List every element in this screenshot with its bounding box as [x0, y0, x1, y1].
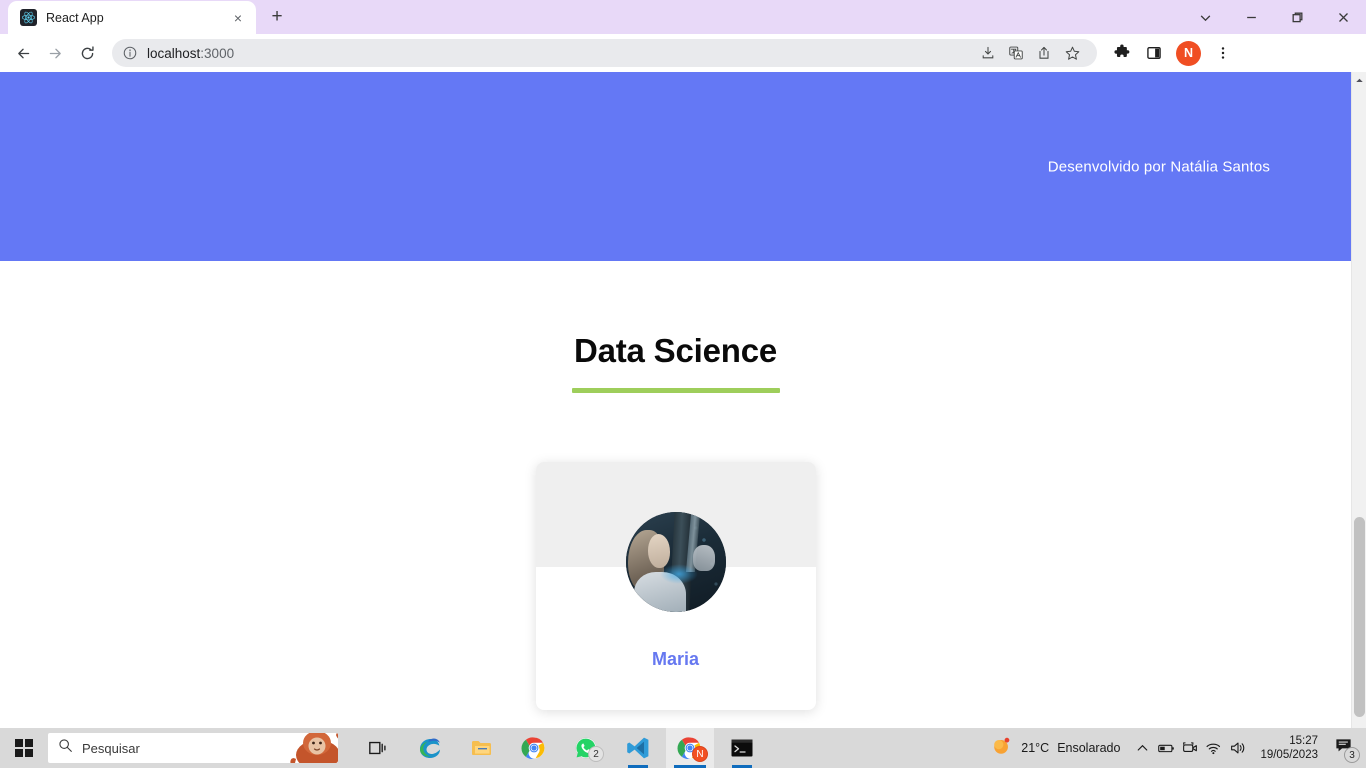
weather-condition: Ensolarado: [1057, 741, 1121, 755]
side-panel-icon[interactable]: [1139, 38, 1169, 68]
address-bar[interactable]: localhost:3000: [112, 39, 1097, 67]
windows-taskbar: Pesquisar 2 N 21°C Ensolarado 15:27 19/0…: [0, 728, 1366, 768]
wifi-icon[interactable]: [1202, 731, 1226, 765]
maximize-icon[interactable]: [1274, 0, 1320, 34]
address-host: localhost: [147, 45, 201, 61]
address-bar-actions: [975, 40, 1085, 66]
battery-icon[interactable]: [1154, 731, 1178, 765]
toolbar-right: N: [1107, 38, 1238, 68]
close-icon[interactable]: [1320, 0, 1366, 34]
clock-time: 15:27: [1289, 734, 1318, 747]
weather-temperature: 21°C: [1021, 741, 1050, 755]
search-icon: [58, 738, 73, 758]
notification-center-button[interactable]: 3: [1326, 731, 1360, 765]
minimize-icon[interactable]: [1228, 0, 1274, 34]
camera-icon[interactable]: [1178, 731, 1202, 765]
developer-credit: Desenvolvido por Natália Santos: [1047, 158, 1270, 175]
title-underline: [571, 388, 780, 393]
taskbar-apps: 2 N: [354, 728, 766, 768]
system-tray: 21°C Ensolarado 15:27 19/05/2023 3: [981, 731, 1366, 765]
card-list: Maria: [0, 462, 1351, 710]
terminal-icon[interactable]: [718, 728, 766, 768]
tab-title: React App: [46, 10, 104, 25]
react-logo-icon: [20, 9, 37, 26]
profile-avatar[interactable]: N: [1176, 40, 1201, 66]
chrome-profile-badge: N: [692, 746, 708, 762]
browser-window: React App × + localhost:3000 N Desenvolv…: [0, 0, 1366, 768]
taskbar-search[interactable]: Pesquisar: [48, 733, 338, 763]
page-viewport: Desenvolvido por Natália Santos Data Sci…: [0, 72, 1366, 768]
browser-tab[interactable]: React App ×: [8, 1, 256, 34]
search-placeholder: Pesquisar: [82, 740, 140, 756]
card-title: Maria: [651, 649, 700, 669]
address-bar-text: localhost:3000: [147, 46, 234, 61]
whatsapp-icon[interactable]: 2: [562, 728, 610, 768]
chrome-profile-icon[interactable]: N: [666, 728, 714, 768]
avatar-photo: [625, 512, 726, 612]
new-tab-button[interactable]: +: [262, 2, 292, 32]
task-view-icon[interactable]: [354, 728, 402, 768]
edge-icon[interactable]: [406, 728, 454, 768]
profile-card[interactable]: Maria: [535, 462, 816, 710]
page-title: Data Science: [573, 332, 778, 369]
avatar: [625, 512, 726, 612]
address-port: :3000: [200, 45, 235, 61]
tab-close-icon[interactable]: ×: [228, 8, 248, 28]
file-explorer-icon[interactable]: [458, 728, 506, 768]
clock-date: 19/05/2023: [1260, 749, 1318, 761]
share-icon[interactable]: [1031, 40, 1057, 66]
forward-arrow-icon[interactable]: [40, 38, 70, 68]
puzzle-piece-icon[interactable]: [1107, 38, 1137, 68]
browser-toolbar: localhost:3000 N: [0, 34, 1366, 72]
section-header: Data Science: [0, 334, 1351, 393]
info-circle-icon[interactable]: [122, 45, 139, 62]
sun-icon: [991, 735, 1013, 762]
back-arrow-icon[interactable]: [8, 38, 38, 68]
web-page: Desenvolvido por Natália Santos Data Sci…: [0, 72, 1351, 768]
tab-search-icon[interactable]: [1182, 0, 1228, 34]
taskbar-clock[interactable]: 15:27 19/05/2023: [1250, 734, 1326, 763]
three-dot-menu-icon[interactable]: [1208, 38, 1238, 68]
tab-strip: React App × +: [0, 0, 292, 34]
bookmark-star-icon[interactable]: [1059, 40, 1085, 66]
volume-icon[interactable]: [1226, 731, 1250, 765]
browser-titlebar: React App × +: [0, 0, 1366, 34]
reload-icon[interactable]: [72, 38, 102, 68]
chrome-icon[interactable]: [510, 728, 558, 768]
vscode-icon[interactable]: [614, 728, 662, 768]
translate-icon[interactable]: [1003, 40, 1029, 66]
page-scrollbar[interactable]: [1351, 72, 1366, 768]
weather-widget[interactable]: 21°C Ensolarado: [981, 735, 1130, 762]
whatsapp-badge: 2: [588, 746, 604, 762]
install-icon[interactable]: [975, 40, 1001, 66]
orangutan-mascot: [270, 733, 338, 763]
window-controls: [1182, 0, 1366, 34]
hero-banner: Desenvolvido por Natália Santos: [0, 72, 1351, 261]
chevron-up-icon[interactable]: [1130, 731, 1154, 765]
notification-badge: 3: [1344, 747, 1360, 763]
windows-start-icon[interactable]: [0, 728, 48, 768]
scroll-up-arrow-icon[interactable]: [1352, 72, 1366, 88]
scrollbar-thumb[interactable]: [1354, 517, 1365, 717]
